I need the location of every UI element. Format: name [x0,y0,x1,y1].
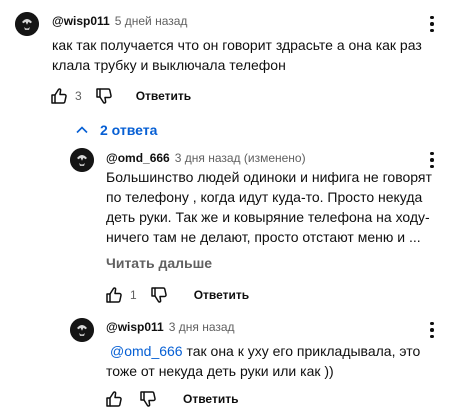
comment-line: как так получается что он говорит здрась… [52,37,422,53]
comment-time[interactable]: 3 дня назад (изменено) [175,151,306,165]
more-options-icon[interactable] [422,12,442,36]
reply-actions: Ответить [104,389,238,409]
replies-count-label: 2 ответа [100,122,158,138]
comment-time[interactable]: 3 дня назад [169,320,235,334]
replies-toggle-button[interactable]: 2 ответа [74,122,157,138]
reply-line: деть руки. Так же и ковыряние телефона н… [106,209,430,225]
read-more-button[interactable]: Читать дальше [106,255,212,271]
reply-button[interactable]: Ответить [183,392,238,406]
reply-button[interactable]: Ответить [194,288,249,302]
author-name[interactable]: @wisp011 [52,14,110,28]
reply-button[interactable]: Ответить [136,89,191,103]
reply-actions: 1 Ответить [104,285,249,305]
more-options-icon[interactable] [422,318,442,342]
like-count: 1 [130,288,137,302]
avatar[interactable] [15,12,39,36]
like-icon[interactable] [49,86,69,106]
like-icon[interactable] [104,389,124,409]
avatar[interactable] [70,148,94,172]
like-count: 3 [75,89,82,103]
reply-line: по телефону , когда идут куда-то. Просто… [106,189,423,205]
like-icon[interactable] [104,285,124,305]
reply-line: Большинство людей одиноки и нифига не го… [106,169,432,185]
chevron-up-icon [76,126,88,134]
reply-line: тоже от некуда деть руки или как )) [106,363,334,379]
reply-line: ничего там не делают, просто отстают мен… [106,229,421,245]
reply-header: @wisp011 3 дня назад [106,320,235,334]
author-name[interactable]: @wisp011 [106,320,164,334]
reply-header: @omd_666 3 дня назад (изменено) [106,151,306,165]
reply-text-span: так она к уху его прикладывала, это [182,343,421,359]
reply-line: @omd_666 так она к уху его прикладывала,… [106,341,446,361]
author-name[interactable]: @omd_666 [106,151,170,165]
comment-text: как так получается что он говорит здрась… [52,35,432,75]
dislike-icon[interactable] [138,389,158,409]
comment-line: клала трубку и выключала телефон [52,57,286,73]
reply-text: Большинство людей одиноки и нифига не го… [106,167,446,247]
dislike-icon[interactable] [149,285,169,305]
dislike-icon[interactable] [94,86,114,106]
comment-time[interactable]: 5 дней назад [115,14,188,28]
reply-text: @omd_666 так она к уху его прикладывала,… [106,341,446,381]
comment-header: @wisp011 5 дней назад [52,14,187,28]
comment-actions: 3 Ответить [49,86,191,106]
mention-link[interactable]: @omd_666 [110,343,183,359]
avatar[interactable] [70,318,94,342]
